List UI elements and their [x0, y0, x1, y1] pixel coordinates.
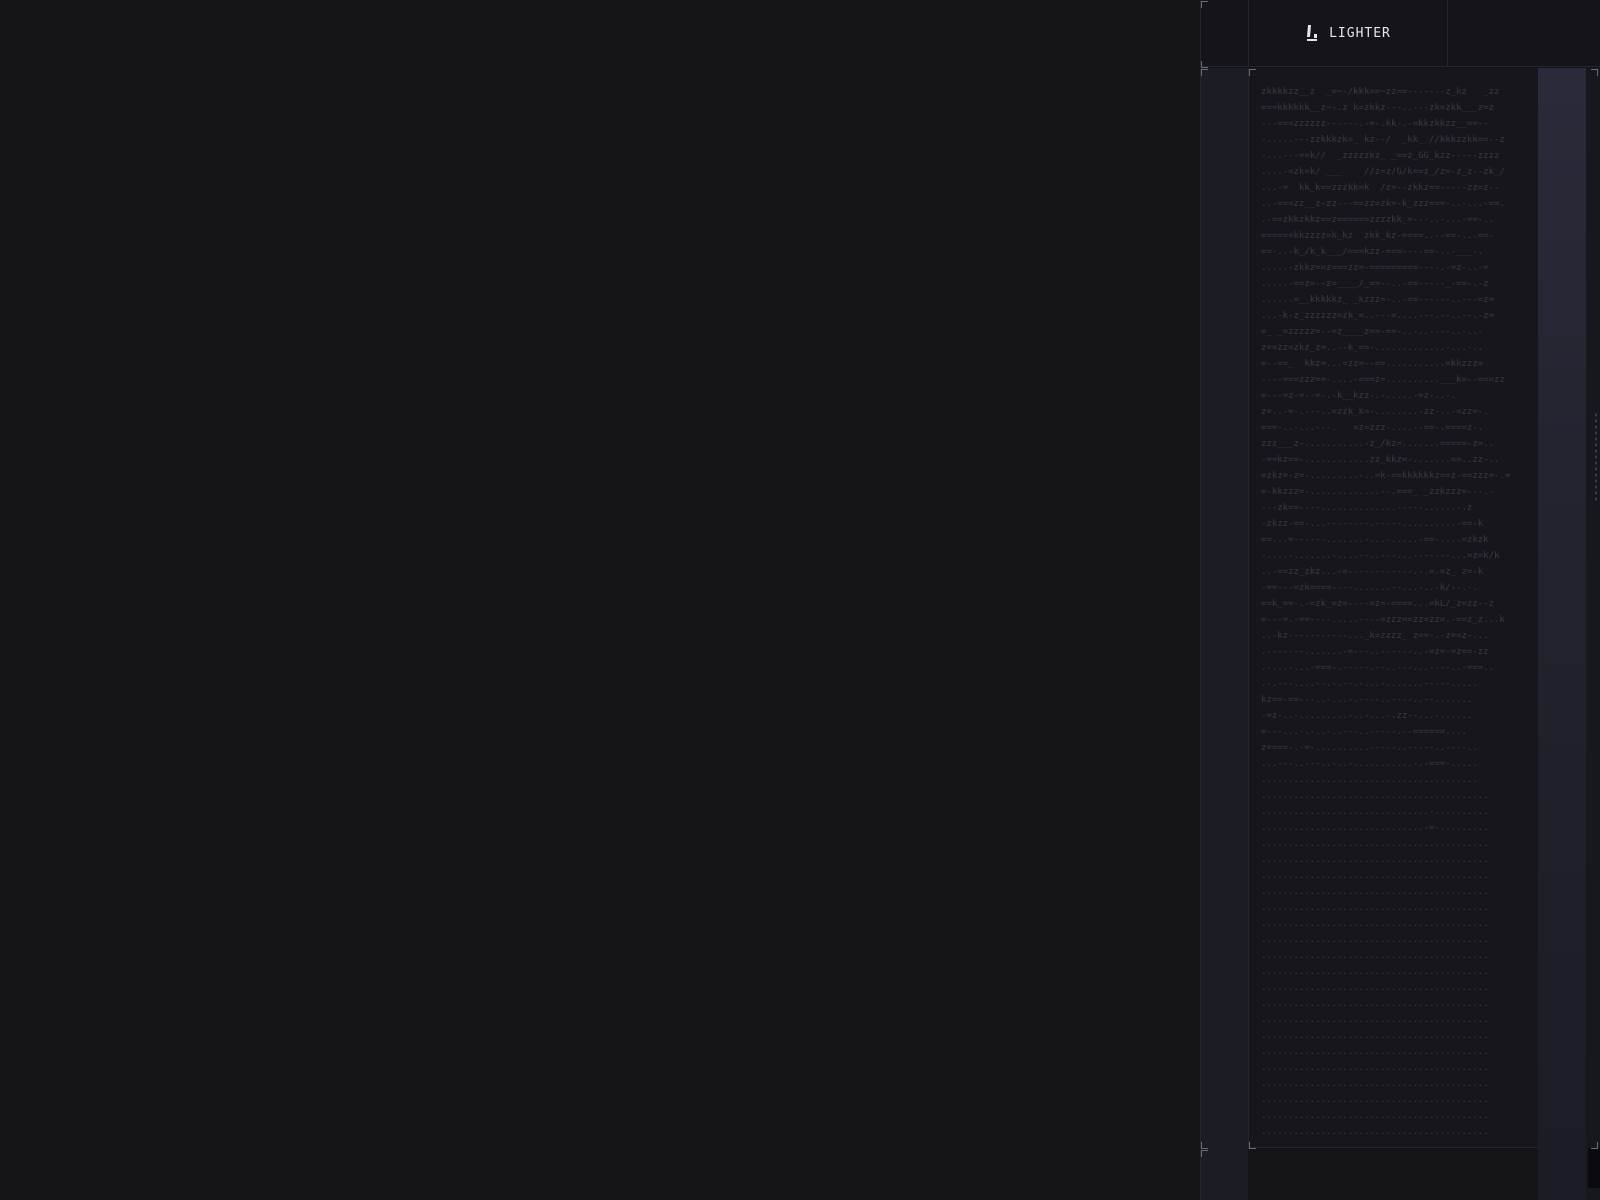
- corner-bracket: [1201, 1142, 1208, 1149]
- bottom-strip: [1248, 1148, 1538, 1200]
- header-right-cell: [1448, 0, 1600, 67]
- corner-bracket: [1201, 1150, 1208, 1157]
- lighter-logo-icon: [1305, 24, 1319, 42]
- scroll-track[interactable]: [1538, 68, 1586, 1200]
- scroll-grip-dots[interactable]: [1594, 412, 1598, 502]
- corner-block: [1588, 1148, 1600, 1188]
- corner-bracket: [1249, 69, 1256, 76]
- corner-bracket: [1591, 1142, 1598, 1149]
- ascii-art-text: zkkkkzz__z _=~-/kkk==~zz==-------z_kz _z…: [1261, 87, 1511, 1148]
- app-page: LIGHTER zkkkkzz__z _=~-/kkk==~zz==------…: [0, 0, 1600, 1200]
- corner-bracket: [1591, 69, 1598, 76]
- header-left-cell: [1200, 0, 1248, 67]
- scroll-edge: [1586, 68, 1600, 1200]
- corner-bracket: [1249, 1142, 1256, 1149]
- corner-bracket: [1201, 69, 1208, 76]
- ascii-art-panel: zkkkkzz__z _=~-/kkk==~zz==-------z_kz _z…: [1248, 68, 1538, 1148]
- side-rail: [1200, 68, 1249, 1148]
- brand-name: LIGHTER: [1329, 25, 1391, 41]
- corner-bracket: [1201, 1, 1208, 8]
- empty-canvas-area: [0, 0, 1200, 1200]
- corner-bracket: [1201, 61, 1208, 68]
- brand-header[interactable]: LIGHTER: [1248, 0, 1448, 67]
